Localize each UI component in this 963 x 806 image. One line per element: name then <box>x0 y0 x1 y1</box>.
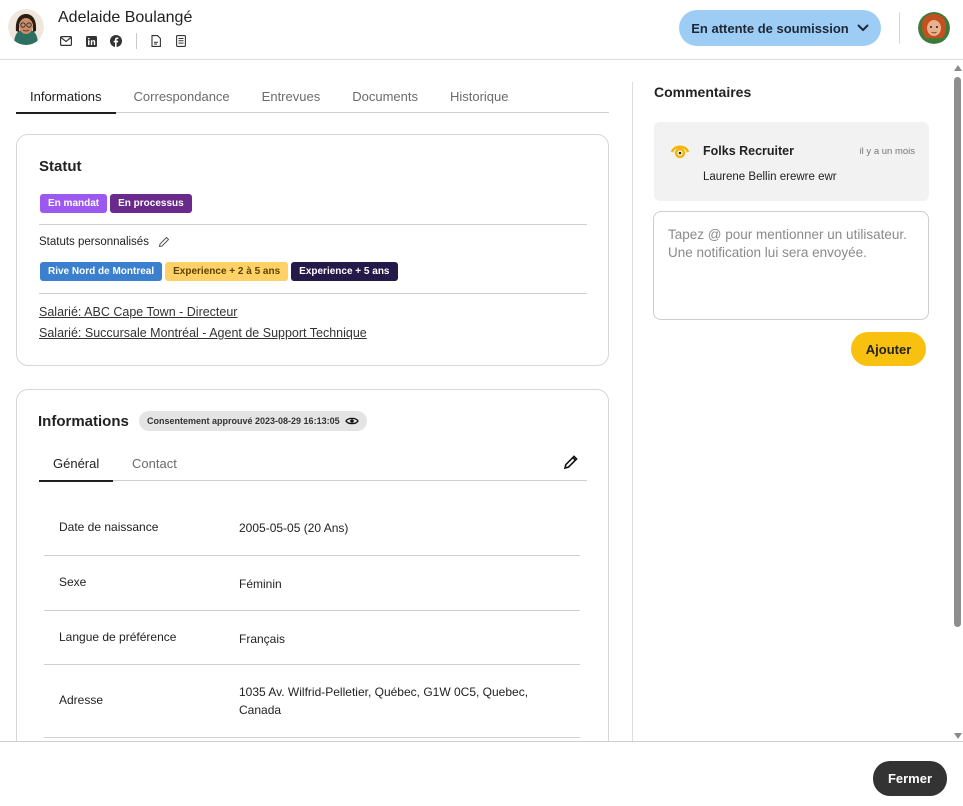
footer-bar: Fermer <box>0 741 963 806</box>
linkedin-icon[interactable] <box>84 34 98 48</box>
scroll-down-arrow[interactable] <box>954 733 962 739</box>
status-chip-en-processus: En processus <box>110 194 192 213</box>
header-divider <box>899 12 900 44</box>
sex-label: Sexe <box>59 575 87 589</box>
address-value: 1035 Av. Wilfrid-Pelletier, Québec, G1W … <box>239 685 529 717</box>
candidate-avatar <box>8 9 44 45</box>
chevron-down-icon <box>857 24 869 32</box>
social-links <box>59 33 199 49</box>
status-card: Statut En mandat En processus Statuts per… <box>16 134 609 366</box>
custom-statuses-label: Statuts personnalisés <box>39 236 149 248</box>
birthdate-label: Date de naissance <box>59 520 159 534</box>
tab-documents[interactable]: Documents <box>352 82 418 113</box>
pdf-icon[interactable] <box>149 34 163 48</box>
user-avatar[interactable] <box>918 12 950 44</box>
add-comment-button[interactable]: Ajouter <box>851 332 926 366</box>
comments-title: Commentaires <box>654 84 752 100</box>
status-card-title: Statut <box>39 158 82 175</box>
mail-icon[interactable] <box>59 34 73 48</box>
language-value: Français <box>239 632 286 646</box>
status-button-label: En attente de soumission <box>691 20 849 36</box>
tab-correspondance[interactable]: Correspondance <box>134 82 230 113</box>
status-dropdown-button[interactable]: En attente de soumission <box>679 10 881 46</box>
comment-author: Folks Recruiter <box>703 144 795 158</box>
custom-chip-experience-2-5: Experience + 2 à 5 ans <box>165 262 289 281</box>
custom-chip-rive-nord: Rive Nord de Montreal <box>40 262 163 281</box>
candidate-name: Adelaide Boulangé <box>58 9 193 26</box>
comment-text: Laurene Bellin erewre ewr <box>703 171 837 183</box>
social-divider <box>136 33 137 49</box>
tab-informations[interactable]: Informations <box>16 82 116 114</box>
address-label: Adresse <box>59 693 104 707</box>
employment-link-montreal[interactable]: Salarié: Succursale Montréal - Agent de … <box>39 326 367 340</box>
subtab-general[interactable]: Général <box>39 446 114 482</box>
scrollbar[interactable] <box>951 62 963 742</box>
status-divider <box>39 224 587 225</box>
consent-badge: Consentement approuvé 2023-08-29 16:13:0… <box>139 411 367 431</box>
comment-item: Folks Recruiter il y a un mois Laurene B… <box>654 122 929 201</box>
sex-value: Féminin <box>239 577 282 591</box>
language-label: Langue de préférence <box>59 630 177 644</box>
tab-historique[interactable]: Historique <box>450 82 509 113</box>
tab-entrevues[interactable]: Entrevues <box>262 82 321 113</box>
comment-time: il y a un mois <box>859 146 915 157</box>
scroll-up-arrow[interactable] <box>954 65 962 71</box>
main-tabs: Informations Correspondance Entrevues Do… <box>16 82 609 114</box>
status-chip-en-mandat: En mandat <box>40 194 108 213</box>
eye-icon[interactable] <box>344 416 359 426</box>
custom-status-chips: Rive Nord de Montreal Experience + 2 à 5 … <box>40 261 401 281</box>
consent-text: Consentement approuvé 2023-08-29 16:13:0… <box>147 416 340 426</box>
custom-chip-experience-5: Experience + 5 ans <box>291 262 398 281</box>
status-chips: En mandat En processus <box>40 193 195 213</box>
info-subtabs: Général Contact <box>39 446 587 482</box>
facebook-icon[interactable] <box>109 34 123 48</box>
info-row-birthdate: Date de naissance 2005-05-05 (20 Ans) <box>44 500 580 556</box>
info-row-address: Adresse 1035 Av. Wilfrid-Pelletier, Québ… <box>44 665 580 738</box>
document-icon[interactable] <box>174 34 188 48</box>
info-row-sex: Sexe Féminin <box>44 556 580 611</box>
information-card-title: Informations <box>38 413 129 430</box>
info-row-language: Langue de préférence Français <box>44 611 580 665</box>
links-divider <box>39 293 587 294</box>
candidate-header: Adelaide Boulangé En attente de soumissi… <box>0 0 963 60</box>
panel-divider <box>632 82 633 742</box>
comment-input[interactable] <box>653 211 929 320</box>
edit-icon[interactable] <box>563 454 579 470</box>
close-button[interactable]: Fermer <box>873 761 947 796</box>
custom-statuses-heading: Statuts personnalisés <box>39 236 170 248</box>
subtab-contact[interactable]: Contact <box>132 446 177 481</box>
birthdate-value: 2005-05-05 (20 Ans) <box>239 521 349 535</box>
pencil-icon[interactable] <box>158 236 170 248</box>
employment-link-abc[interactable]: Salarié: ABC Cape Town - Directeur <box>39 305 237 319</box>
information-card: Informations Consentement approuvé 2023-… <box>16 389 609 769</box>
folks-logo-icon <box>670 145 690 159</box>
scrollbar-thumb[interactable] <box>954 77 961 627</box>
